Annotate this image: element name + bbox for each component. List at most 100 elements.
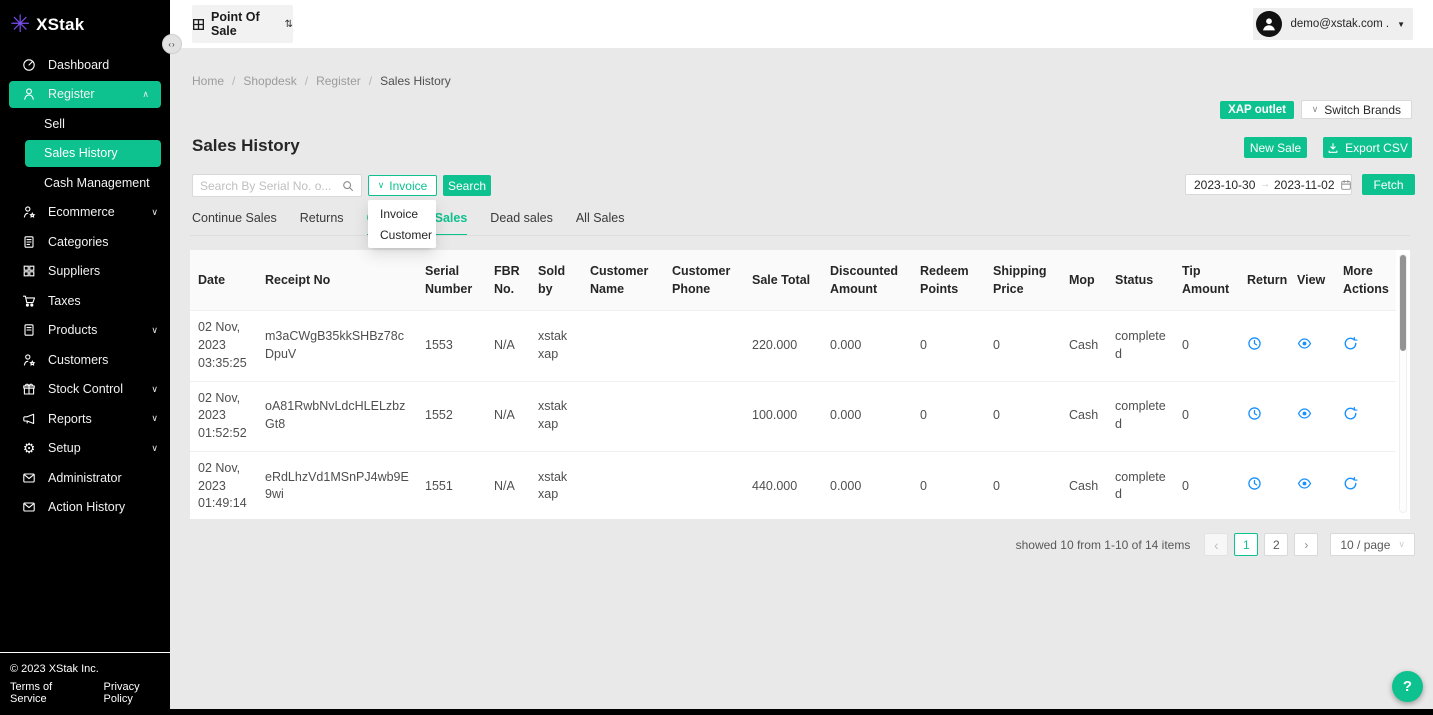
date-to-input[interactable] bbox=[1274, 178, 1336, 192]
sidebar-item-sales-history[interactable]: Sales History bbox=[25, 140, 161, 168]
privacy-policy-link[interactable]: Privacy Policy bbox=[104, 681, 170, 705]
return-icon[interactable] bbox=[1247, 406, 1262, 421]
cell-serial-number: 1553 bbox=[417, 311, 486, 381]
sidebar-item-setup[interactable]: ⚙ Setup ∨ bbox=[0, 434, 170, 464]
col-discounted-amount: Discounted Amount bbox=[822, 250, 912, 311]
breadcrumb-home[interactable]: Home bbox=[192, 74, 224, 88]
sidebar-item-sell[interactable]: Sell bbox=[0, 109, 170, 139]
return-icon[interactable] bbox=[1247, 476, 1262, 491]
user-menu[interactable]: demo@xstak.com . ▼ bbox=[1253, 8, 1413, 40]
pagination-next-button[interactable]: › bbox=[1294, 533, 1318, 556]
pagination-page-2[interactable]: 2 bbox=[1264, 533, 1288, 556]
tab-all-sales[interactable]: All Sales bbox=[576, 211, 625, 236]
sidebar-item-reports[interactable]: Reports ∨ bbox=[0, 404, 170, 434]
scrollbar-thumb[interactable] bbox=[1400, 255, 1406, 351]
administrator-icon bbox=[22, 471, 36, 485]
sidebar-item-register[interactable]: Register ∧ bbox=[9, 81, 161, 109]
sync-icon[interactable] bbox=[1343, 476, 1358, 491]
col-date: Date bbox=[190, 250, 257, 311]
help-button[interactable]: ? bbox=[1392, 671, 1423, 702]
chevron-right-icon: › bbox=[1304, 538, 1308, 552]
cell-redeem-points: 0 bbox=[912, 381, 985, 451]
breadcrumb-shopdesk[interactable]: Shopdesk bbox=[243, 74, 296, 88]
chevron-down-icon: ∨ bbox=[151, 325, 158, 336]
chevron-down-icon: ∨ bbox=[151, 384, 158, 395]
cell-shipping-price: 0 bbox=[985, 381, 1061, 451]
breadcrumb-current: Sales History bbox=[380, 74, 451, 88]
tab-dead-sales[interactable]: Dead sales bbox=[490, 211, 553, 236]
xstak-logo-icon: ✳ bbox=[10, 13, 30, 37]
tab-returns[interactable]: Returns bbox=[300, 211, 344, 236]
return-icon[interactable] bbox=[1247, 336, 1262, 351]
cell-customer-phone bbox=[664, 381, 744, 451]
sidebar-item-stock-control[interactable]: Stock Control ∨ bbox=[0, 375, 170, 405]
cell-status: completed bbox=[1107, 451, 1174, 519]
cell-status: completed bbox=[1107, 311, 1174, 381]
sidebar: ✳ XStak Dashboard Register ∧ Sell bbox=[0, 0, 170, 715]
breadcrumb: Home / Shopdesk / Register / Sales Histo… bbox=[192, 74, 451, 88]
dropdown-option-invoice[interactable]: Invoice bbox=[368, 203, 436, 224]
sidebar-item-dashboard[interactable]: Dashboard bbox=[0, 50, 170, 80]
filter-type-dropdown-menu: Invoice Customer bbox=[368, 200, 436, 248]
cell-receipt-no: oA81RwbNvLdcHLELzbzGt8 bbox=[257, 381, 417, 451]
sidebar-item-products[interactable]: Products ∨ bbox=[0, 316, 170, 346]
switch-brands-button[interactable]: ∨ Switch Brands bbox=[1301, 100, 1412, 119]
sync-icon[interactable] bbox=[1343, 406, 1358, 421]
dropdown-option-customer[interactable]: Customer bbox=[368, 224, 436, 245]
copyright-text: © 2023 XStak Inc. bbox=[10, 663, 170, 675]
pagination-prev-button[interactable]: ‹ bbox=[1204, 533, 1228, 556]
main-content: Home / Shopdesk / Register / Sales Histo… bbox=[170, 48, 1433, 715]
date-from-input[interactable] bbox=[1194, 178, 1256, 192]
page-size-label: 10 / page bbox=[1340, 538, 1390, 552]
sidebar-item-cash-management[interactable]: Cash Management bbox=[0, 168, 170, 198]
sidebar-item-categories[interactable]: Categories bbox=[0, 227, 170, 257]
fetch-button[interactable]: Fetch bbox=[1362, 174, 1415, 195]
cell-sale-total: 100.000 bbox=[744, 381, 822, 451]
cell-fbr-no: N/A bbox=[486, 381, 530, 451]
cell-sale-total: 440.000 bbox=[744, 451, 822, 519]
pagination-page-1[interactable]: 1 bbox=[1234, 533, 1258, 556]
table-vertical-scrollbar[interactable] bbox=[1399, 254, 1407, 513]
sidebar-item-suppliers[interactable]: Suppliers bbox=[0, 257, 170, 287]
filter-type-dropdown-button[interactable]: ∨ Invoice bbox=[368, 175, 437, 196]
cell-serial-number: 1552 bbox=[417, 381, 486, 451]
sync-icon[interactable] bbox=[1343, 336, 1358, 351]
sidebar-item-label: Sales History bbox=[44, 146, 118, 160]
col-customer-name: Customer Name bbox=[582, 250, 664, 311]
sidebar-item-taxes[interactable]: Taxes bbox=[0, 286, 170, 316]
view-icon[interactable] bbox=[1297, 336, 1312, 351]
breadcrumb-register[interactable]: Register bbox=[316, 74, 361, 88]
sidebar-item-label: Administrator bbox=[48, 471, 122, 485]
cell-status: completed bbox=[1107, 381, 1174, 451]
cell-mop: Cash bbox=[1061, 451, 1107, 519]
export-csv-button[interactable]: Export CSV bbox=[1323, 137, 1412, 158]
terms-of-service-link[interactable]: Terms of Service bbox=[10, 681, 90, 705]
cell-customer-phone bbox=[664, 451, 744, 519]
app-selector[interactable]: Point Of Sale ⇅ bbox=[192, 5, 293, 43]
sidebar-item-label: Categories bbox=[48, 235, 108, 249]
cell-sold-by: xstak xap bbox=[530, 381, 582, 451]
cell-mop: Cash bbox=[1061, 381, 1107, 451]
search-button[interactable]: Search bbox=[443, 175, 491, 196]
view-icon[interactable] bbox=[1297, 406, 1312, 421]
page-size-select[interactable]: 10 / page ∨ bbox=[1330, 533, 1415, 556]
tab-continue-sales[interactable]: Continue Sales bbox=[192, 211, 277, 236]
sidebar-item-label: Sell bbox=[44, 117, 65, 131]
outlet-badge: XAP outlet bbox=[1220, 101, 1294, 119]
cell-redeem-points: 0 bbox=[912, 451, 985, 519]
brand-name: XStak bbox=[36, 15, 84, 35]
breadcrumb-separator: / bbox=[232, 74, 235, 88]
cell-receipt-no: m3aCWgB35kkSHBz78cDpuV bbox=[257, 311, 417, 381]
sidebar-item-label: Setup bbox=[48, 441, 81, 455]
sidebar-item-action-history[interactable]: Action History bbox=[0, 493, 170, 523]
new-sale-button[interactable]: New Sale bbox=[1244, 137, 1307, 158]
sidebar-item-customers[interactable]: Customers bbox=[0, 345, 170, 375]
table-row: 02 Nov, 2023 01:49:14 eRdLhzVd1MSnPJ4wb9… bbox=[190, 451, 1396, 519]
view-icon[interactable] bbox=[1297, 476, 1312, 491]
sidebar-item-administrator[interactable]: Administrator bbox=[0, 463, 170, 493]
chevron-down-icon: ∨ bbox=[151, 413, 158, 424]
sidebar-collapse-toggle[interactable]: ‹› bbox=[162, 34, 182, 54]
sidebar-item-ecommerce[interactable]: Ecommerce ∨ bbox=[0, 198, 170, 228]
cell-receipt-no: eRdLhzVd1MSnPJ4wb9E9wi bbox=[257, 451, 417, 519]
search-input[interactable] bbox=[200, 179, 342, 193]
